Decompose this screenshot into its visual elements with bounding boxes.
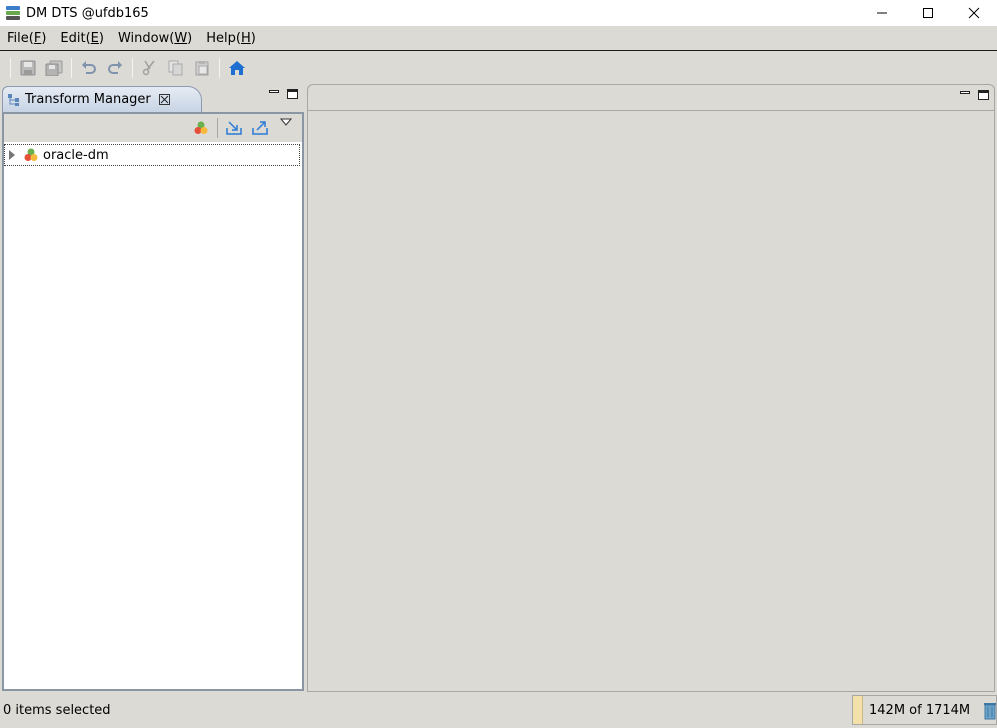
tree-item-label: oracle-dm: [43, 147, 109, 163]
maximize-view-button[interactable]: [287, 89, 298, 99]
import-icon: [226, 121, 242, 135]
view-toolbar-separator: [217, 118, 218, 138]
maximize-editor-button[interactable]: [978, 90, 989, 100]
copy-button[interactable]: [165, 57, 187, 79]
redo-icon: [108, 61, 122, 74]
export-button[interactable]: [250, 118, 270, 138]
menu-help-label: Help: [206, 30, 236, 46]
expand-arrow-icon[interactable]: [9, 150, 15, 160]
transform-manager-icon: [8, 93, 19, 106]
trash-icon[interactable]: [984, 702, 996, 720]
save-button[interactable]: [17, 57, 39, 79]
save-icon: [20, 60, 36, 76]
cut-icon: [142, 60, 155, 76]
menu-edit-mnemonic: E: [90, 30, 99, 46]
window-title: DM DTS @ufdb165: [26, 5, 149, 21]
home-icon: [229, 61, 245, 75]
new-project-button[interactable]: [191, 118, 211, 138]
menu-edit-label: Edit: [60, 30, 86, 46]
home-button[interactable]: [226, 57, 248, 79]
project-tree[interactable]: oracle-dm: [4, 142, 302, 689]
maximize-button[interactable]: [905, 0, 951, 26]
main-toolbar: [0, 53, 997, 83]
title-bar: DM DTS @ufdb165: [0, 0, 997, 26]
paste-icon: [195, 61, 209, 76]
new-project-icon: [194, 121, 208, 134]
tab-transform-manager[interactable]: Transform Manager: [2, 86, 202, 112]
view-body: oracle-dm: [2, 112, 304, 691]
undo-icon: [82, 61, 96, 74]
menu-window-mnemonic: W: [174, 30, 188, 46]
paste-button[interactable]: [191, 57, 213, 79]
minimize-view-button[interactable]: [269, 90, 279, 93]
close-icon: [968, 7, 980, 19]
close-tab-button[interactable]: [158, 94, 170, 105]
toolbar-separator: [219, 58, 220, 78]
maximize-icon: [923, 8, 933, 18]
menu-file-mnemonic: F: [33, 30, 42, 46]
copy-icon: [168, 60, 183, 76]
app-icon: [6, 6, 20, 20]
menu-edit[interactable]: Edit(E): [53, 31, 111, 46]
toolbar-separator: [10, 58, 11, 78]
minimize-icon: [877, 12, 887, 14]
status-bar: 0 items selected 142M of 1714M: [0, 693, 997, 728]
menu-window[interactable]: Window(W): [111, 31, 199, 46]
redo-button[interactable]: [104, 57, 126, 79]
close-button[interactable]: [951, 0, 997, 26]
view-tab-bar: Transform Manager: [2, 84, 304, 112]
export-icon: [252, 121, 268, 135]
view-toolbar: [4, 114, 302, 142]
close-icon: [160, 95, 169, 104]
project-icon: [24, 148, 38, 161]
menu-file[interactable]: File(F): [0, 31, 53, 46]
menu-help-mnemonic: H: [240, 30, 251, 46]
menu-bar: File(F) Edit(E) Window(W) Help(H): [0, 26, 997, 51]
import-button[interactable]: [224, 118, 244, 138]
selection-status: 0 items selected: [3, 703, 111, 718]
save-all-icon: [45, 60, 63, 76]
cut-button[interactable]: [139, 57, 161, 79]
heap-status[interactable]: 142M of 1714M: [852, 695, 997, 725]
toolbar-separator: [132, 58, 133, 78]
minimize-button[interactable]: [859, 0, 905, 26]
view-menu-button[interactable]: [276, 118, 296, 138]
heap-usage-fill: [853, 696, 863, 724]
tree-item-oracle-dm[interactable]: oracle-dm: [4, 144, 300, 166]
editor-header: [307, 84, 995, 110]
save-all-button[interactable]: [43, 57, 65, 79]
window-controls: [859, 0, 997, 26]
tab-label: Transform Manager: [25, 92, 151, 107]
chevron-down-icon: [280, 118, 292, 126]
menu-help[interactable]: Help(H): [199, 31, 263, 46]
transform-manager-view: Transform Manager oracle-dm: [2, 84, 304, 691]
minimize-editor-button[interactable]: [960, 91, 970, 94]
heap-status-text: 142M of 1714M: [869, 702, 971, 718]
editor-body: [307, 110, 995, 692]
editor-area: [307, 84, 995, 692]
toolbar-separator: [71, 58, 72, 78]
menu-window-label: Window: [117, 30, 170, 46]
undo-button[interactable]: [78, 57, 100, 79]
menu-file-label: File: [7, 30, 29, 46]
